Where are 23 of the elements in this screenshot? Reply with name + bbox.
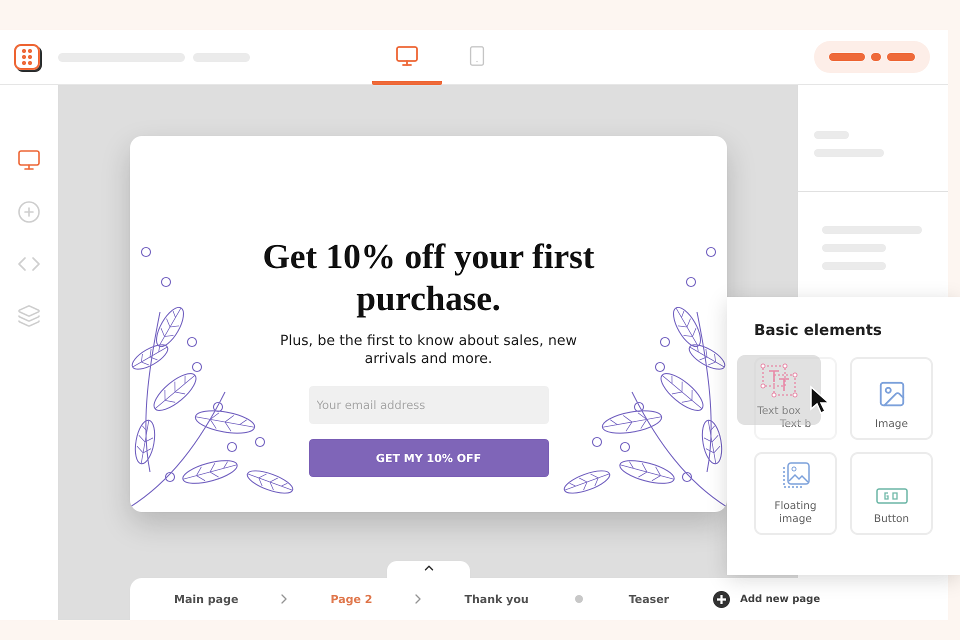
page-tab[interactable]: Page 2	[330, 592, 372, 606]
page-tab[interactable]: Thank you	[464, 592, 529, 606]
app-logo[interactable]	[14, 44, 40, 70]
page-tab[interactable]: Main page	[174, 592, 238, 606]
element-tile[interactable]: Button	[850, 452, 933, 535]
ghost-label: Text box	[757, 405, 801, 417]
add-icon	[713, 590, 730, 608]
dot-icon	[574, 595, 583, 603]
add-page-button[interactable]: Add new page	[713, 590, 820, 608]
panel-title: Basic elements	[754, 321, 883, 339]
monitor-icon	[395, 44, 419, 68]
cta-button[interactable]: GET MY 10% OFF	[308, 439, 548, 477]
go-button-icon	[876, 488, 908, 504]
floating-image-icon	[780, 461, 810, 491]
popup-heading: Get 10% off your first purchase.	[262, 236, 596, 320]
element-tile[interactable]: Image	[850, 357, 933, 440]
popup-subtext: Plus, be the first to know about sales, new arrivals and more.	[279, 332, 578, 368]
email-field[interactable]: Your email address	[308, 386, 548, 424]
page-tab[interactable]: Teaser	[628, 592, 670, 606]
publish-button[interactable]	[814, 41, 930, 73]
element-tile[interactable]: Floating image	[754, 452, 837, 535]
expand-tab[interactable]	[387, 561, 470, 578]
text-box-icon	[760, 363, 798, 399]
